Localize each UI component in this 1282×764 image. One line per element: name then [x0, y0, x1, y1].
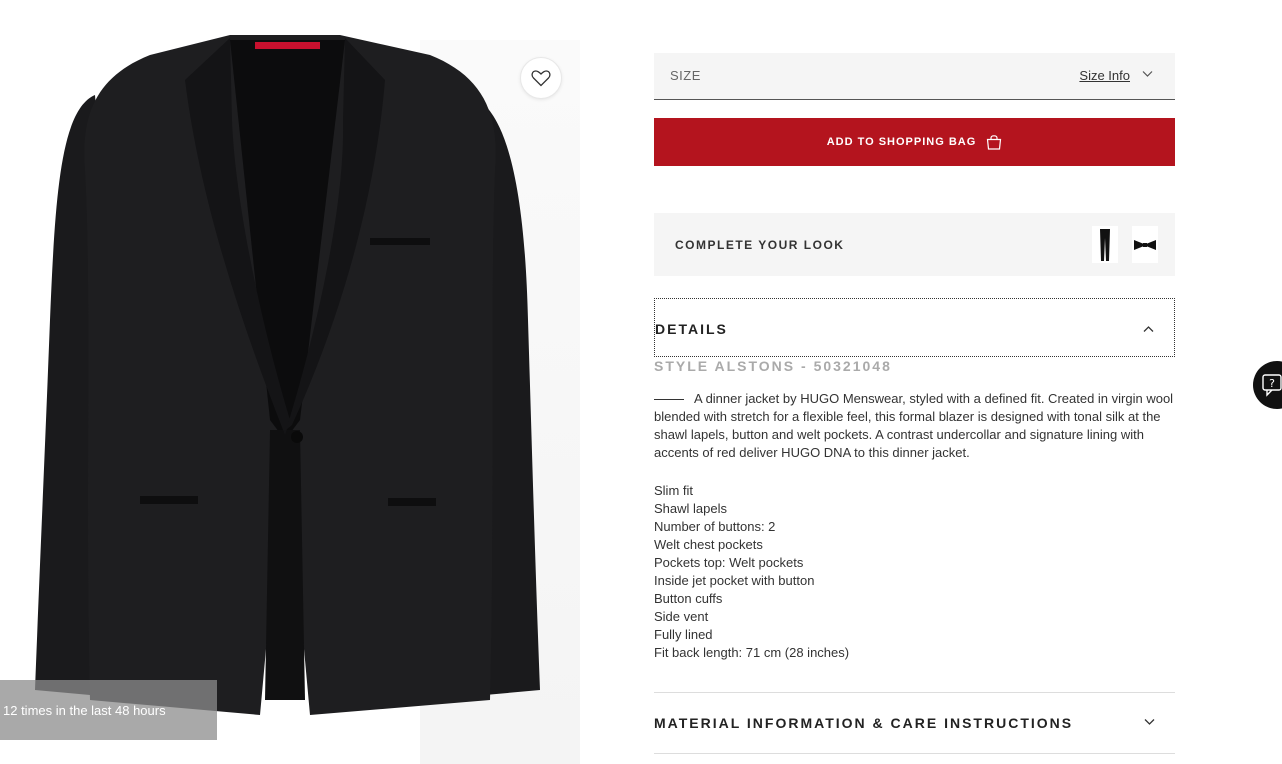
details-title: DETAILS: [655, 321, 728, 337]
description-dash: [654, 399, 684, 401]
list-item: Slim fit: [654, 483, 693, 498]
details-accordion-header[interactable]: DETAILS: [654, 298, 1175, 357]
list-item: Inside jet pocket with button: [654, 573, 815, 588]
chevron-down-icon: [1142, 71, 1153, 77]
style-number: STYLE ALSTONS - 50321048: [654, 358, 892, 374]
list-item: Button cuffs: [654, 591, 723, 606]
help-chat-icon: ?: [1262, 374, 1282, 397]
size-selector[interactable]: SIZE Size Info: [654, 53, 1175, 100]
list-item: Shawl lapels: [654, 501, 727, 516]
size-label: SIZE: [670, 68, 701, 83]
add-to-bag-button[interactable]: ADD TO SHOPPING BAG: [654, 118, 1175, 166]
trousers-icon: [1100, 228, 1110, 261]
product-image-area: 12 times in the last 48 hours: [0, 0, 580, 764]
chevron-up-icon: [1143, 326, 1154, 332]
product-description: A dinner jacket by HUGO Menswear, styled…: [654, 390, 1175, 462]
material-accordion-header[interactable]: MATERIAL INFORMATION & CARE INSTRUCTIONS: [654, 693, 1175, 753]
list-item: Side vent: [654, 609, 709, 624]
list-item: Fully lined: [654, 627, 713, 642]
list-item: Number of buttons: 2: [654, 519, 776, 534]
divider: [654, 753, 1175, 754]
add-to-bag-label: ADD TO SHOPPING BAG: [826, 136, 977, 148]
look-item-trousers[interactable]: [1092, 226, 1118, 263]
size-info-link[interactable]: Size Info: [1079, 68, 1130, 83]
heart-icon: [531, 70, 551, 87]
material-title: MATERIAL INFORMATION & CARE INSTRUCTIONS: [654, 715, 1074, 731]
list-item: Pockets top: Welt pockets: [654, 555, 804, 570]
svg-text:?: ?: [1269, 377, 1275, 390]
help-chat-button[interactable]: ?: [1253, 361, 1282, 409]
complete-your-look: COMPLETE YOUR LOOK: [654, 213, 1175, 276]
feature-list: Slim fit Shawl lapels Number of buttons:…: [654, 482, 849, 662]
product-image-jacket: [35, 35, 540, 715]
wishlist-button[interactable]: [520, 57, 562, 99]
bow-tie-icon: [1134, 239, 1156, 250]
look-item-bow-tie[interactable]: [1132, 226, 1158, 263]
chevron-down-icon: [1144, 719, 1155, 725]
list-item: Fit back length: 71 cm (28 inches): [654, 645, 850, 660]
complete-look-label: COMPLETE YOUR LOOK: [675, 238, 845, 252]
shopping-bag-icon: [987, 134, 1002, 150]
popularity-badge: 12 times in the last 48 hours: [0, 680, 217, 740]
description-text: A dinner jacket by HUGO Menswear, styled…: [654, 391, 1174, 460]
list-item: Welt chest pockets: [654, 537, 763, 552]
